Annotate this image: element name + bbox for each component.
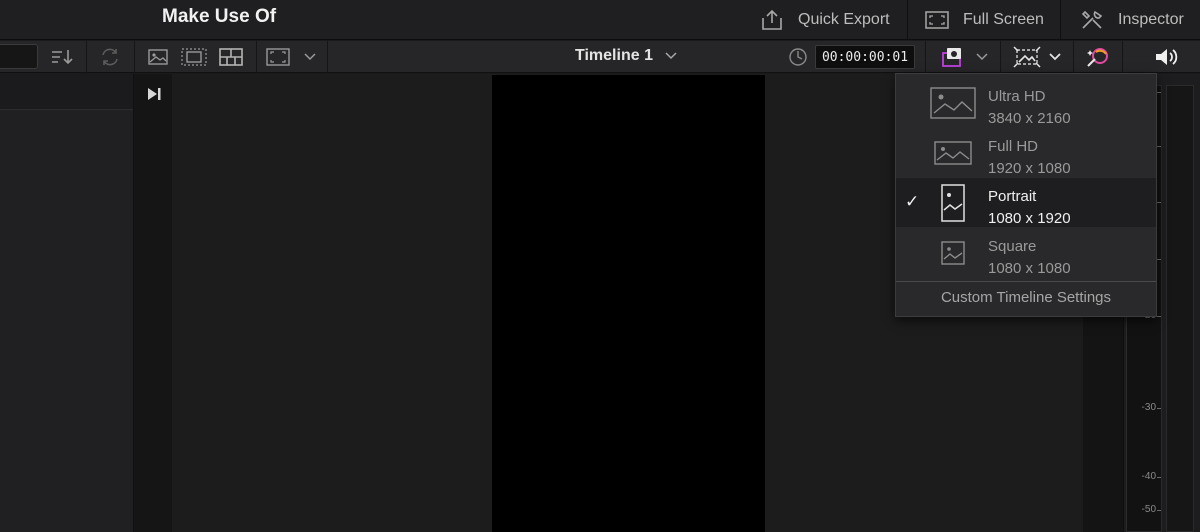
media-pool-header — [0, 74, 133, 110]
volume-icon[interactable] — [1150, 41, 1182, 73]
magic-color-icon[interactable] — [1084, 41, 1112, 73]
chevron-down-icon — [665, 52, 677, 60]
refresh-icon[interactable] — [96, 41, 124, 73]
menu-item-portrait[interactable]: ✓ Portrait 1080 x 1920 — [896, 178, 1156, 227]
chevron-down-icon — [304, 53, 316, 61]
quick-export-label: Quick Export — [798, 11, 890, 28]
chevron-down-icon — [1049, 53, 1061, 61]
full-screen-label: Full Screen — [963, 11, 1044, 28]
menu-item-resolution: 1920 x 1080 — [988, 160, 1071, 177]
menu-item-resolution: 3840 x 2160 — [988, 110, 1071, 127]
sort-icon[interactable] — [48, 41, 76, 73]
grid-layout-icon[interactable] — [218, 41, 244, 73]
menu-item-resolution: 1080 x 1920 — [988, 210, 1071, 227]
inspector-tools-icon — [1081, 10, 1103, 29]
timecode-display[interactable]: 00:00:00:01 — [815, 45, 915, 69]
image-view-icon[interactable] — [146, 41, 170, 73]
landscape-large-icon — [930, 85, 976, 121]
safe-area-icon[interactable] — [180, 41, 208, 73]
timeline-resolution-menu: Ultra HD 3840 x 2160 Full HD 1920 x 1080… — [895, 73, 1157, 317]
export-icon — [762, 9, 782, 30]
camera-icon — [942, 48, 961, 67]
menu-divider — [896, 281, 1156, 282]
menu-item-ultra-hd[interactable]: Ultra HD 3840 x 2160 — [896, 78, 1156, 127]
viewer-canvas[interactable] — [492, 75, 765, 532]
skip-to-end-icon[interactable] — [146, 86, 162, 102]
inspector-button[interactable]: Inspector — [1080, 0, 1184, 40]
search-field[interactable] — [0, 44, 38, 69]
viewer-toolbar: Timeline 1 00:00:00:01 — [0, 41, 1200, 73]
full-screen-button[interactable]: Full Screen — [925, 0, 1044, 40]
timeline-resolution-dropdown[interactable] — [936, 41, 992, 73]
viewer-mode-dropdown[interactable] — [264, 41, 318, 73]
frame-icon — [266, 48, 290, 66]
menu-item-name: Ultra HD — [988, 88, 1046, 105]
transform-image-icon — [1013, 46, 1041, 68]
chevron-down-icon — [976, 53, 988, 61]
meter-label: -50 — [1141, 504, 1156, 515]
viewer-side-strip — [134, 74, 172, 532]
title-bar: Make Use Of Quick Export Full Screen Ins… — [0, 0, 1200, 40]
check-mark-icon: ✓ — [905, 192, 920, 211]
custom-timeline-settings-item[interactable]: Custom Timeline Settings — [896, 289, 1156, 306]
fullscreen-icon — [925, 11, 949, 29]
quick-export-button[interactable]: Quick Export — [760, 0, 890, 40]
inspector-label: Inspector — [1118, 11, 1184, 28]
clock-icon[interactable] — [786, 41, 810, 73]
audio-meter-channel — [1166, 85, 1194, 532]
menu-item-name: Portrait — [988, 188, 1037, 205]
timeline-name-label: Timeline 1 — [575, 47, 653, 64]
meter-label: -30 — [1141, 402, 1156, 413]
transform-dropdown[interactable] — [1010, 41, 1064, 73]
menu-item-resolution: 1080 x 1080 — [988, 260, 1071, 277]
portrait-icon — [930, 184, 976, 222]
menu-item-name: Square — [988, 238, 1037, 255]
menu-item-square[interactable]: Square 1080 x 1080 — [896, 228, 1156, 277]
menu-item-full-hd[interactable]: Full HD 1920 x 1080 — [896, 128, 1156, 177]
menu-item-name: Full HD — [988, 138, 1039, 155]
meter-label: -40 — [1141, 471, 1156, 482]
square-icon — [930, 235, 976, 271]
landscape-icon — [930, 135, 976, 171]
project-title: Make Use Of — [162, 6, 277, 27]
timeline-selector[interactable]: Timeline 1 — [575, 47, 677, 65]
media-pool-panel — [0, 74, 133, 532]
